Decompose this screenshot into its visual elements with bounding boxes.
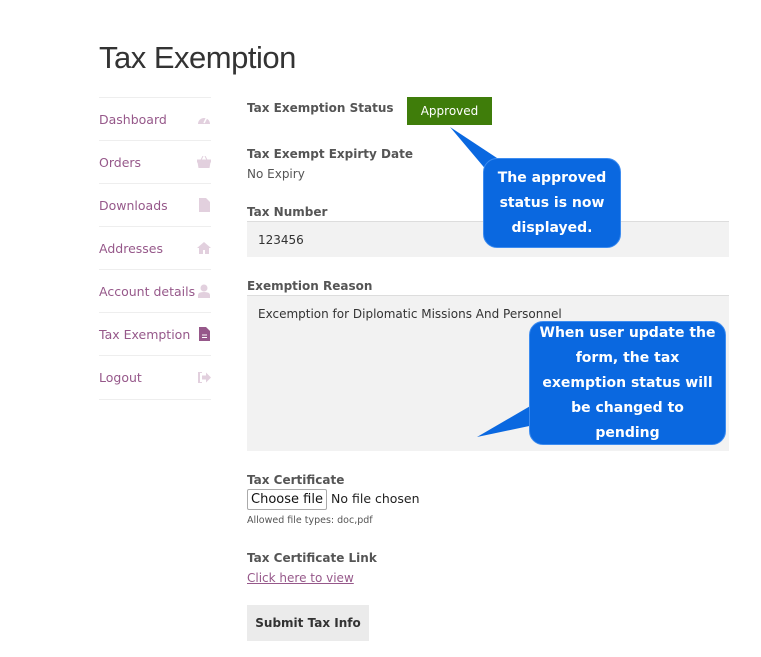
sidebar-divider xyxy=(99,399,211,400)
file-download-icon xyxy=(197,198,211,212)
certificate-link[interactable]: Click here to view xyxy=(247,571,354,585)
dashboard-icon xyxy=(197,112,211,126)
sidebar-item-dashboard[interactable]: Dashboard xyxy=(99,97,211,140)
reason-label: Exemption Reason xyxy=(247,279,373,293)
expiry-value: No Expiry xyxy=(247,167,305,181)
tax-number-label: Tax Number xyxy=(247,205,328,219)
basket-icon xyxy=(197,155,211,169)
status-badge: Approved xyxy=(407,97,492,125)
sidebar-item-addresses[interactable]: Addresses xyxy=(99,226,211,269)
no-file-text: No file chosen xyxy=(331,491,420,506)
nav-label: Tax Exemption xyxy=(99,326,191,342)
user-icon xyxy=(197,284,211,298)
submit-button[interactable]: Submit Tax Info xyxy=(247,605,369,641)
sidebar-item-logout[interactable]: Logout xyxy=(99,355,211,399)
certificate-label: Tax Certificate xyxy=(247,473,345,487)
nav-label: Logout xyxy=(99,370,142,385)
document-icon xyxy=(197,327,211,341)
sidebar-item-downloads[interactable]: Downloads xyxy=(99,183,211,226)
nav-label: Downloads xyxy=(99,197,168,213)
expiry-label: Tax Exempt Expirty Date xyxy=(247,147,413,161)
allowed-types: Allowed file types: doc,pdf xyxy=(247,515,373,526)
status-label: Tax Exemption Status xyxy=(247,101,394,115)
home-icon xyxy=(197,241,211,255)
logout-icon xyxy=(197,371,211,385)
sidebar-item-account-details[interactable]: Account details xyxy=(99,269,211,312)
nav-label: Account details xyxy=(99,283,196,299)
choose-file-button[interactable]: Choose file xyxy=(247,489,327,510)
sidebar-item-tax-exemption[interactable]: Tax Exemption xyxy=(99,312,211,355)
callout-status: The approved status is now displayed. xyxy=(483,158,621,248)
nav-label: Addresses xyxy=(99,240,163,256)
callout-update: When user update the form, the tax exemp… xyxy=(529,321,726,445)
link-label: Tax Certificate Link xyxy=(247,551,377,565)
nav-label: Dashboard xyxy=(99,111,167,127)
nav-label: Orders xyxy=(99,154,142,170)
sidebar-item-orders[interactable]: Orders xyxy=(99,140,211,183)
page-title: Tax Exemption xyxy=(99,40,296,75)
